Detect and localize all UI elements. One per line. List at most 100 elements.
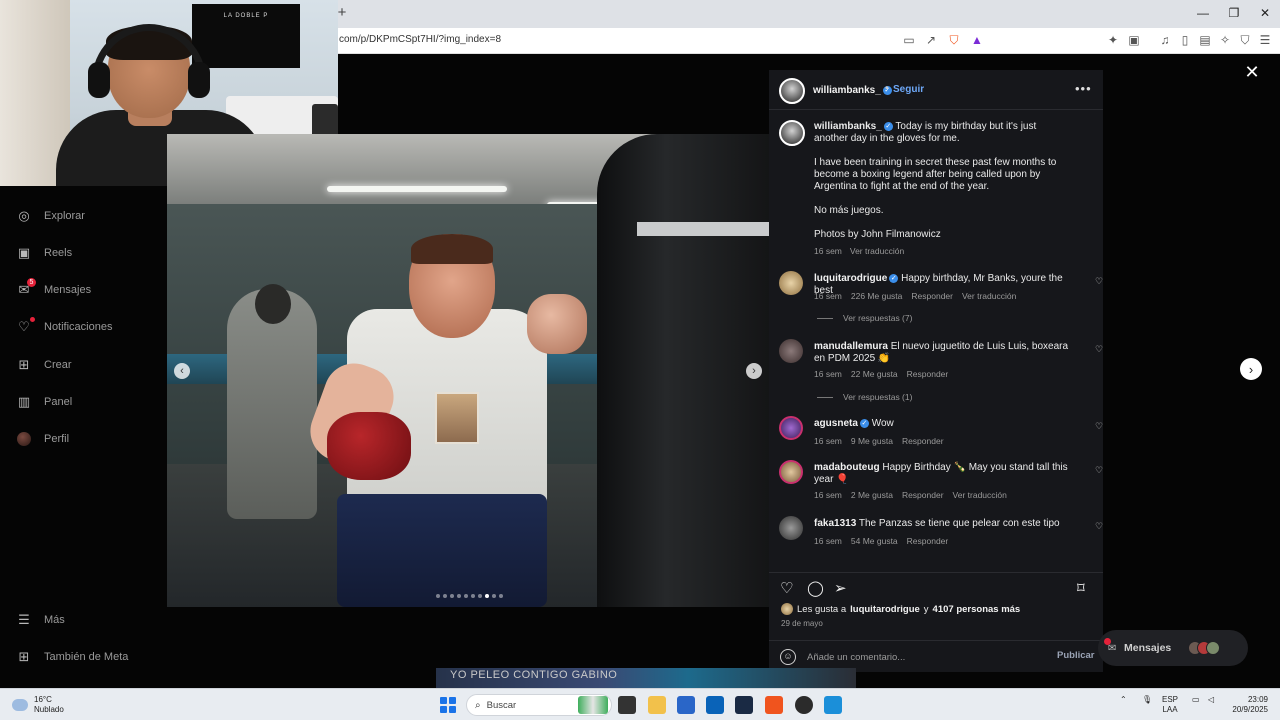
like-comment-icon[interactable]: ♡ bbox=[1095, 344, 1103, 355]
emoji-icon[interactable]: ☺ bbox=[780, 649, 796, 665]
cast-icon[interactable]: ▭ bbox=[902, 33, 916, 47]
carousel-next-button[interactable]: › bbox=[746, 363, 762, 379]
sidebar-item-crear[interactable]: ⊞ Crear bbox=[16, 355, 72, 375]
like-comment-icon[interactable]: ♡ bbox=[1095, 521, 1103, 532]
sidebar-item-mas[interactable]: ☰ Más bbox=[16, 610, 65, 630]
comment-likes[interactable]: 9 Me gusta bbox=[851, 436, 893, 446]
brave-browser-icon[interactable] bbox=[765, 696, 783, 714]
like-comment-icon[interactable]: ♡ bbox=[1095, 421, 1103, 432]
close-modal-icon[interactable]: ✕ bbox=[1243, 63, 1261, 81]
share-icon[interactable]: ➢ bbox=[834, 579, 847, 597]
view-replies-button[interactable]: Ver respuestas (7) bbox=[817, 313, 912, 323]
comment-input[interactable] bbox=[807, 648, 1027, 666]
music-icon[interactable]: ♫ bbox=[1158, 33, 1172, 47]
likes-others-link[interactable]: 4107 personas más bbox=[933, 604, 1021, 615]
extensions-icon[interactable]: ✦ bbox=[1106, 33, 1120, 47]
reply-button[interactable]: Responder bbox=[911, 291, 953, 301]
like-icon[interactable]: ♡ bbox=[780, 579, 793, 597]
search-label: Buscar bbox=[486, 699, 517, 711]
commenter-avatar[interactable] bbox=[779, 416, 803, 440]
sidebar-item-perfil[interactable]: Perfil bbox=[16, 429, 69, 449]
comment-likes[interactable]: 2 Me gusta bbox=[851, 490, 893, 500]
messenger-icon: ✉ bbox=[1108, 643, 1117, 654]
system-clock[interactable]: 23:09 20/9/2025 bbox=[1222, 695, 1268, 715]
news-widget-icon[interactable] bbox=[578, 696, 608, 714]
comment-icon[interactable]: ◯ bbox=[807, 579, 824, 597]
close-window-button[interactable]: ✕ bbox=[1250, 4, 1280, 22]
steam-icon[interactable] bbox=[735, 696, 753, 714]
carousel-prev-button[interactable]: ‹ bbox=[174, 363, 190, 379]
network-icon[interactable]: ▭ bbox=[1192, 695, 1200, 705]
weather-widget[interactable]: 16°C Nublado bbox=[12, 695, 64, 715]
commenter-avatar[interactable] bbox=[779, 460, 803, 484]
post-image[interactable] bbox=[167, 134, 769, 607]
task-view-icon[interactable] bbox=[618, 696, 636, 714]
commenter-username[interactable]: faka1313 bbox=[814, 518, 856, 529]
address-bar[interactable]: com/p/DKPmCSpt7HI/?img_index=8 bbox=[339, 34, 501, 45]
recent-chat-avatars bbox=[1188, 641, 1221, 655]
hamburger-icon: ☰ bbox=[18, 612, 30, 627]
sidebar-item-panel[interactable]: ▥ Panel bbox=[16, 392, 72, 412]
menu-icon[interactable]: ☰ bbox=[1258, 33, 1272, 47]
commenter-username[interactable]: manudallemura bbox=[814, 341, 888, 352]
translate-link[interactable]: Ver traducción bbox=[962, 291, 1016, 301]
comment-likes[interactable]: 22 Me gusta bbox=[851, 369, 898, 379]
chevron-up-icon[interactable]: ⌃ bbox=[1120, 695, 1127, 705]
microphone-icon[interactable]: 🎙 bbox=[1142, 695, 1152, 705]
notepad-icon[interactable] bbox=[824, 696, 842, 714]
reply-button[interactable]: Responder bbox=[907, 536, 949, 546]
store-icon[interactable] bbox=[677, 696, 695, 714]
share-icon[interactable]: ↗ bbox=[924, 33, 938, 47]
caption-avatar[interactable] bbox=[779, 120, 805, 146]
next-post-button[interactable]: › bbox=[1240, 358, 1262, 380]
bookmark-icon[interactable]: ⌑ bbox=[1077, 579, 1085, 597]
sidebar-item-label: Explorar bbox=[44, 210, 85, 222]
commenter-avatar[interactable] bbox=[779, 339, 803, 363]
leo-ai-icon[interactable]: ✧ bbox=[1218, 33, 1232, 47]
file-explorer-icon[interactable] bbox=[648, 696, 666, 714]
commenter-avatar[interactable] bbox=[779, 271, 803, 295]
author-avatar[interactable] bbox=[779, 78, 805, 104]
commenter-username[interactable]: madabouteug bbox=[814, 462, 880, 473]
outlook-icon[interactable] bbox=[706, 696, 724, 714]
more-options-icon[interactable]: ••• bbox=[1075, 81, 1092, 96]
comment-likes[interactable]: 54 Me gusta bbox=[851, 536, 898, 546]
brave-rewards-icon[interactable]: ▲ bbox=[970, 33, 984, 47]
caption-username[interactable]: williambanks_ bbox=[814, 121, 882, 132]
wallet-icon[interactable]: ▤ bbox=[1198, 33, 1212, 47]
messages-floating-button[interactable]: ✉ Mensajes bbox=[1098, 630, 1248, 666]
brave-shield-icon[interactable]: ⛉ bbox=[947, 33, 961, 47]
comment-likes[interactable]: 226 Me gusta bbox=[851, 291, 903, 301]
like-comment-icon[interactable]: ♡ bbox=[1095, 276, 1103, 287]
sidebar-item-mensajes[interactable]: ✉ 5 Mensajes bbox=[16, 278, 91, 300]
follow-button[interactable]: Seguir bbox=[893, 84, 924, 95]
reply-button[interactable]: Responder bbox=[902, 490, 944, 500]
commenter-username[interactable]: agusneta bbox=[814, 418, 858, 429]
author-username[interactable]: williambanks_ ✓ bbox=[813, 85, 892, 96]
publish-button[interactable]: Publicar bbox=[1057, 650, 1095, 661]
volume-icon[interactable]: ◁ bbox=[1208, 695, 1214, 705]
commenter-avatar[interactable] bbox=[779, 516, 803, 540]
sidebar-icon[interactable]: ▯ bbox=[1178, 33, 1192, 47]
post-detail-panel: williambanks_ ✓ • Seguir ••• williambanks… bbox=[769, 70, 1103, 672]
like-comment-icon[interactable]: ♡ bbox=[1095, 465, 1103, 476]
tab-search-icon[interactable]: ▣ bbox=[1127, 33, 1141, 47]
sidebar-item-meta[interactable]: ⊞ También de Meta bbox=[16, 647, 129, 667]
reply-button[interactable]: Responder bbox=[907, 369, 949, 379]
language-indicator[interactable]: ESP LAA bbox=[1162, 695, 1178, 715]
reply-button[interactable]: Responder bbox=[902, 436, 944, 446]
commenter-username[interactable]: luquitarodrigue bbox=[814, 273, 887, 284]
view-replies-button[interactable]: Ver respuestas (1) bbox=[817, 392, 912, 402]
sidebar-item-notificaciones[interactable]: ♡ Notificaciones bbox=[16, 317, 112, 337]
sidebar-item-explorar[interactable]: ◎ Explorar bbox=[16, 206, 85, 226]
translate-link[interactable]: Ver traducción bbox=[850, 246, 904, 256]
obs-icon[interactable] bbox=[795, 696, 813, 714]
sidebar-item-reels[interactable]: ▣ Reels bbox=[16, 243, 72, 263]
minimize-button[interactable]: — bbox=[1188, 4, 1218, 22]
liker-username[interactable]: luquitarodrigue bbox=[850, 604, 920, 615]
vpn-icon[interactable]: ⛉ bbox=[1238, 33, 1252, 47]
maximize-button[interactable]: ❐ bbox=[1219, 4, 1249, 22]
carousel-dot bbox=[471, 594, 475, 598]
translate-link[interactable]: Ver traducción bbox=[953, 490, 1007, 500]
windows-start-icon[interactable] bbox=[440, 697, 456, 713]
